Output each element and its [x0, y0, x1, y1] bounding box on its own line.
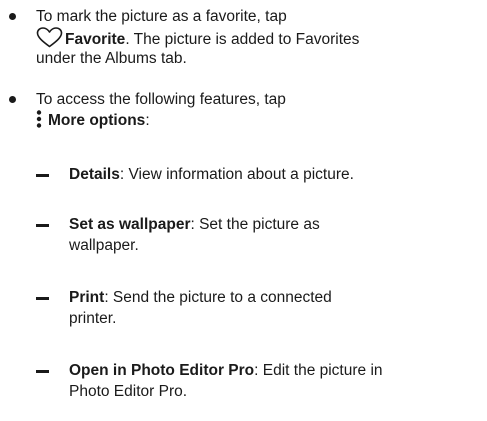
- dash-marker: [36, 224, 49, 227]
- sub-item-details: Details: View information about a pictur…: [36, 164, 476, 186]
- bullet-dot: [9, 96, 16, 103]
- sub-item-term: Print: [69, 289, 105, 306]
- sub-item-line: Print: Send the picture to a connected: [69, 287, 487, 308]
- sub-item-line: Set as wallpaper: Set the picture as: [69, 214, 487, 235]
- sub-item-line: Photo Editor Pro.: [69, 383, 188, 400]
- sub-item-line: wallpaper.: [69, 237, 139, 254]
- sub-item-line: printer.: [69, 310, 117, 327]
- sub-item-print: Print: Send the picture to a connected p…: [36, 287, 476, 331]
- sub-item-term: Open in Photo Editor Pro: [69, 362, 255, 379]
- dash-marker: [36, 297, 49, 300]
- sub-item-text: Print: Send the picture to a connected p…: [69, 287, 487, 329]
- favorite-description: . The picture is added to Favorites: [125, 31, 360, 48]
- sub-item-text: Open in Photo Editor Pro: Edit the pictu…: [69, 360, 487, 402]
- more-options-vertical-dots-icon: [36, 110, 42, 134]
- dash-marker: [36, 174, 49, 177]
- bullet-line: Favorite. The picture is added to Favori…: [36, 27, 476, 48]
- bullet-text: To mark the picture as a favorite, tap F…: [36, 6, 476, 69]
- bullet-line: To mark the picture as a favorite, tap: [36, 8, 287, 25]
- sub-item-open-in-photo-editor-pro: Open in Photo Editor Pro: Edit the pictu…: [36, 360, 476, 404]
- bullet-line: under the Albums tab.: [36, 50, 187, 67]
- bullet-item-favorite: To mark the picture as a favorite, tap F…: [0, 6, 487, 70]
- sub-item-description: : Send the picture to a connected: [104, 289, 332, 306]
- sub-item-term: Details: [69, 166, 120, 183]
- sub-item-description: : Set the picture as: [190, 216, 320, 233]
- bullet-line: To access the following features, tap: [36, 91, 286, 108]
- sub-item-text: Set as wallpaper: Set the picture as wal…: [69, 214, 487, 256]
- dash-marker: [36, 370, 49, 373]
- more-options-colon: :: [145, 112, 150, 129]
- sub-item-line: Details: View information about a pictur…: [69, 164, 487, 185]
- bullet-dot: [9, 13, 16, 20]
- bullet-item-more-options: To access the following features, tap Mo…: [0, 89, 487, 133]
- bullet-line: More options:: [36, 110, 476, 131]
- sub-item-line: Open in Photo Editor Pro: Edit the pictu…: [69, 360, 487, 381]
- favorite-label: Favorite: [65, 31, 126, 48]
- sub-item-description: : View information about a picture.: [119, 166, 354, 183]
- bullet-text: To access the following features, tap Mo…: [36, 89, 476, 131]
- sub-item-description: : Edit the picture in: [254, 362, 383, 379]
- more-options-label: More options: [48, 112, 146, 129]
- sub-item-set-as-wallpaper: Set as wallpaper: Set the picture as wal…: [36, 214, 476, 258]
- instruction-document: To mark the picture as a favorite, tap F…: [0, 0, 487, 421]
- sub-item-term: Set as wallpaper: [69, 216, 191, 233]
- sub-item-text: Details: View information about a pictur…: [69, 164, 487, 185]
